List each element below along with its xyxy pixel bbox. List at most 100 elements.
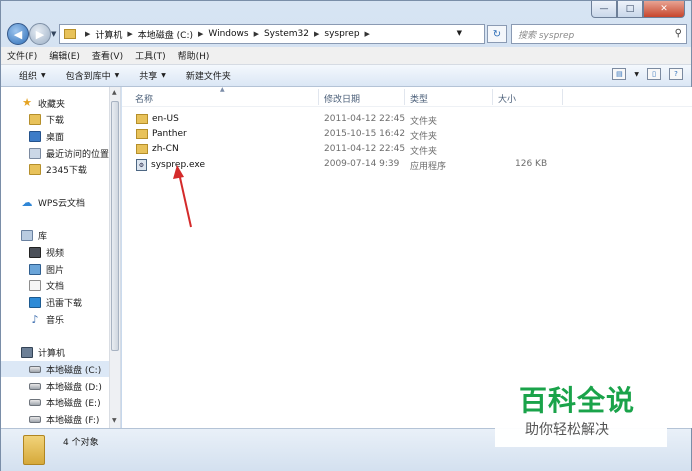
menu-bar: 文件(F) 编辑(E) 查看(V) 工具(T) 帮助(H) [1,47,691,65]
scroll-down-icon[interactable]: ▼ [112,417,117,424]
chevron-right-icon[interactable]: ▶ [314,30,319,38]
file-row[interactable]: Panther 2015-10-15 16:42 文件夹 [122,127,692,142]
file-name-label: sysprep.exe [151,160,205,170]
navigation-scrollbar[interactable]: ▲ ▼ [109,87,120,428]
breadcrumb-windows[interactable]: Windows [208,29,248,39]
watermark: 百科全说 助你轻松解决 [495,367,667,447]
nav-item-videos[interactable]: 视频 [29,244,64,260]
file-type: 文件夹 [410,132,438,142]
breadcrumb-system32[interactable]: System32 [264,29,309,39]
column-size[interactable]: 大小 [498,92,516,105]
chevron-right-icon[interactable]: ▶ [254,30,259,38]
nav-item-pictures[interactable]: 图片 [29,261,64,277]
file-row[interactable]: zh-CN 2011-04-12 22:45 文件夹 [122,142,692,157]
back-button[interactable]: ◀ [7,23,29,45]
maximize-button[interactable]: □ [617,1,643,18]
nav-item-drive-c[interactable]: 本地磁盘 (C:) [1,361,109,377]
star-icon: ★ [22,96,32,109]
chevron-right-icon[interactable]: ▶ [198,30,203,38]
scrollbar-thumb[interactable] [111,101,119,351]
chevron-right-icon[interactable]: ▶ [127,30,132,38]
preview-pane-icon[interactable]: ▯ [647,68,661,80]
nav-item-xunlei-downloads[interactable]: 迅雷下载 [29,294,82,310]
column-divider[interactable] [492,89,493,105]
scroll-up-icon[interactable]: ▲ [112,89,117,96]
file-type: 文件夹 [410,147,438,157]
refresh-button[interactable]: ↻ [487,25,507,43]
menu-tools[interactable]: 工具(T) [129,49,172,62]
drive-icon [29,382,41,390]
column-divider[interactable] [318,89,319,105]
computer-icon [21,346,33,358]
column-date[interactable]: 修改日期 [324,92,360,105]
search-placeholder: 搜索 sysprep [518,30,575,41]
file-date: 2015-10-15 16:42 [324,129,406,139]
address-row: ◀ ▶ ▼ ▶ 计算机 ▶ 本地磁盘 (C:) ▶ Windows ▶ Syst… [1,21,691,47]
nav-favorites[interactable]: ★ 收藏夹 [21,95,65,111]
minimize-button[interactable]: — [591,1,617,18]
file-row[interactable]: en-US 2011-04-12 22:45 文件夹 [122,112,692,127]
file-date: 2011-04-12 22:45 [324,114,406,124]
nav-item-recent[interactable]: 最近访问的位置 [29,145,109,161]
chevron-right-icon[interactable]: ▶ [365,30,370,38]
nav-item-label: 本地磁盘 (E:) [46,398,101,409]
column-name[interactable]: 名称 [135,92,153,105]
nav-item-drive-d[interactable]: 本地磁盘 (D:) [29,378,102,394]
menu-edit[interactable]: 编辑(E) [43,49,86,62]
sort-indicator-icon: ▲ [220,86,225,93]
breadcrumb-computer[interactable]: 计算机 [95,28,122,41]
view-options-icon[interactable]: ▤ [612,68,627,80]
breadcrumb: ▶ 计算机 ▶ 本地磁盘 (C:) ▶ Windows ▶ System32 ▶… [80,28,375,41]
nav-item-label: 下载 [46,115,65,126]
nav-item-label: 桌面 [46,132,65,143]
caption-buttons: — □ ✕ [591,1,685,18]
organize-button[interactable]: 组织 ▼ [1,69,56,82]
address-dropdown-icon[interactable]: ▼ [457,29,462,37]
nav-libraries[interactable]: 库 [21,227,47,243]
nav-item-label: 视频 [46,248,65,259]
breadcrumb-sysprep[interactable]: sysprep [324,29,359,39]
file-name-label: zh-CN [152,144,179,154]
nav-item-2345-downloads[interactable]: 2345下载 [29,161,87,177]
column-divider[interactable] [404,89,405,105]
help-icon[interactable]: ? [669,68,683,80]
breadcrumb-drive-c[interactable]: 本地磁盘 (C:) [138,28,193,41]
exe-icon: ⚙ [136,159,147,171]
folder-icon [29,163,41,175]
column-headers: ▲ 名称 修改日期 类型 大小 [122,86,692,107]
nav-wps-cloud[interactable]: ☁ WPS云文档 [21,194,86,210]
nav-item-label: 最近访问的位置 [46,149,110,160]
nav-item-label: 本地磁盘 (F:) [46,415,100,426]
nav-item-downloads[interactable]: 下载 [29,111,64,127]
nav-item-drive-f[interactable]: 本地磁盘 (F:) [29,411,99,427]
menu-file[interactable]: 文件(F) [1,49,43,62]
nav-item-drive-e[interactable]: 本地磁盘 (E:) [29,394,101,410]
file-row[interactable]: ⚙ sysprep.exe 2009-07-14 9:39 应用程序 126 KB [122,157,692,172]
menu-view[interactable]: 查看(V) [86,49,129,62]
column-type[interactable]: 类型 [410,92,428,105]
nav-item-label: 文档 [46,281,65,292]
recent-pages-dropdown[interactable]: ▼ [51,30,56,38]
item-count: 4 个对象 [63,438,99,448]
new-folder-button[interactable]: 新建文件夹 [176,69,241,82]
close-button[interactable]: ✕ [643,1,685,18]
nav-item-label: 本地磁盘 (C:) [46,365,102,376]
file-name-label: en-US [152,114,179,124]
download-icon [29,296,41,308]
nav-item-documents[interactable]: 文档 [29,277,64,293]
view-dropdown-icon[interactable]: ▼ [634,71,639,78]
navigation-pane: ★ 收藏夹 下载 桌面 最近访问的位置 2345下载 ☁ WPS云文档 库 视频… [1,87,121,428]
nav-item-desktop[interactable]: 桌面 [29,128,64,144]
address-bar[interactable]: ▶ 计算机 ▶ 本地磁盘 (C:) ▶ Windows ▶ System32 ▶… [59,24,485,44]
menu-help[interactable]: 帮助(H) [172,49,216,62]
nav-item-music[interactable]: ♪ 音乐 [29,311,64,327]
share-button[interactable]: 共享 ▼ [129,69,176,82]
search-icon[interactable]: ⚲ [675,28,682,39]
include-in-library-button[interactable]: 包含到库中 ▼ [56,69,130,82]
include-in-library-label: 包含到库中 [65,72,111,82]
search-input[interactable]: 搜索 sysprep ⚲ [511,24,687,44]
refresh-icon: ↻ [492,28,502,40]
column-divider[interactable] [562,89,563,105]
forward-button[interactable]: ▶ [29,23,51,45]
nav-computer[interactable]: 计算机 [21,344,65,360]
